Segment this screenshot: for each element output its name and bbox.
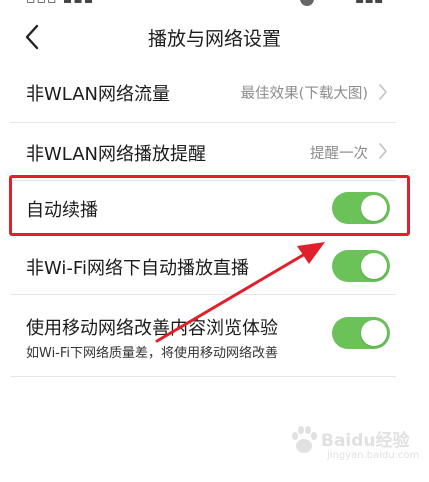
watermark-logo: Baidu经验 jingyan.baidu.com [285, 420, 419, 470]
annotation-arrow [155, 242, 325, 343]
watermark-text: Baidu经验 [321, 431, 410, 451]
watermark-url: jingyan.baidu.com [327, 450, 420, 461]
paw-icon [292, 426, 317, 453]
